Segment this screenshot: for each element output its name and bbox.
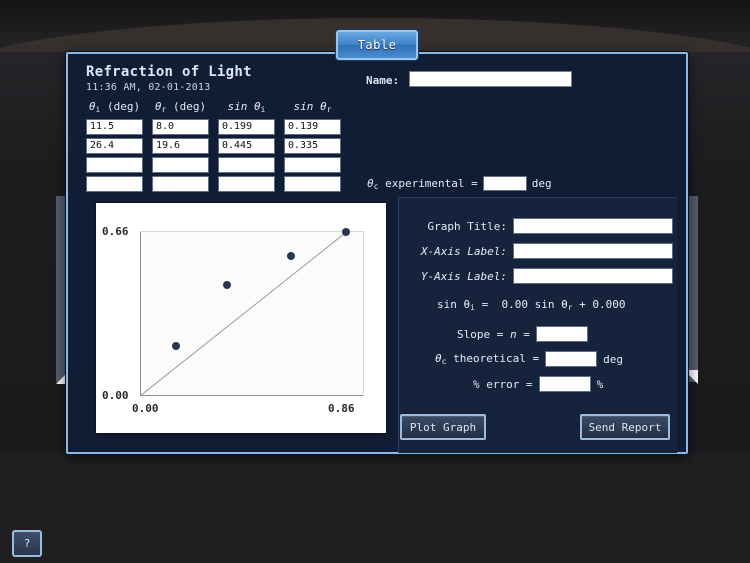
x-axis-label-label: X-Axis Label:: [420, 244, 507, 258]
table-cell[interactable]: 0.335: [284, 138, 341, 154]
data-point: [287, 252, 296, 260]
help-button-label: ?: [23, 537, 31, 550]
fit-equation: sin θi = 0.00 sin θr + 0.000: [437, 298, 626, 312]
data-point: [223, 280, 232, 289]
background-floor: [0, 452, 750, 563]
name-input[interactable]: [409, 71, 572, 87]
y-axis-tick-max: 0.66: [102, 225, 129, 238]
percent-error-unit: %: [596, 377, 604, 391]
fit-equation-text: sin θi = 0.00 sin θr + 0.000: [437, 298, 626, 312]
theta-c-experimental-unit: deg: [531, 177, 552, 190]
help-button[interactable]: ?: [12, 530, 42, 557]
table-column-3: sin θr 0.139 0.335: [284, 100, 341, 192]
table-cell[interactable]: [218, 157, 275, 173]
table-cell[interactable]: 0.445: [218, 138, 275, 154]
table-cell[interactable]: [86, 176, 143, 192]
send-report-button-label: Send Report: [588, 420, 662, 434]
graph-title-input[interactable]: [513, 218, 673, 234]
table-cell[interactable]: [284, 157, 341, 173]
theta-c-theoretical-label: θc theoretical =: [435, 352, 540, 366]
fit-line: [140, 231, 349, 396]
x-axis-label-input[interactable]: [513, 243, 673, 259]
percent-error-input[interactable]: [538, 376, 591, 392]
table-cell[interactable]: 11.5: [86, 119, 143, 135]
y-axis-tick-min: 0.00: [102, 389, 129, 402]
table-column-0: θi (deg) 11.5 26.4: [86, 100, 143, 192]
table-cell[interactable]: [152, 176, 209, 192]
send-report-button[interactable]: Send Report: [580, 414, 670, 440]
tab-table[interactable]: Table: [336, 30, 418, 60]
page-title: Refraction of Light: [86, 64, 252, 80]
table-cell[interactable]: [152, 157, 209, 173]
table-column-header: sin θi: [227, 100, 266, 114]
table-cell[interactable]: 0.139: [284, 119, 341, 135]
main-window: Refraction of Light 11:36 AM, 02-01-2013…: [66, 52, 688, 454]
theta-c-experimental-input[interactable]: [482, 176, 527, 191]
percent-error-label: % error =: [473, 377, 533, 391]
slope-label: Slope = n =: [457, 327, 530, 341]
y-axis-label-input[interactable]: [513, 268, 673, 284]
table-column-header: θr (deg): [154, 100, 207, 114]
plot-graph-button[interactable]: Plot Graph: [400, 414, 486, 440]
graph-title-row: Graph Title:: [411, 218, 673, 234]
table-cell[interactable]: 0.199: [218, 119, 275, 135]
percent-error-row: % error = %: [473, 376, 603, 392]
table-cell[interactable]: 8.0: [152, 119, 209, 135]
x-axis-tick-min: 0.00: [132, 402, 159, 415]
theta-c-theoretical-input[interactable]: [545, 351, 598, 367]
graph-card: 0.66 0.00 0.00 0.86: [96, 203, 386, 433]
table-cell[interactable]: [284, 176, 341, 192]
tab-table-label: Table: [357, 38, 397, 52]
y-axis-label-label: Y-Axis Label:: [420, 269, 507, 283]
table-cell[interactable]: 26.4: [86, 138, 143, 154]
data-point: [341, 228, 350, 237]
slope-input[interactable]: [535, 326, 588, 342]
x-axis-tick-max: 0.86: [328, 402, 355, 415]
y-axis-label-row: Y-Axis Label:: [411, 268, 673, 284]
table-cell[interactable]: [86, 157, 143, 173]
theta-c-theoretical-unit: deg: [603, 352, 624, 366]
plot-graph-button-label: Plot Graph: [409, 420, 477, 434]
theta-c-theoretical-row: θc theoretical = deg: [435, 351, 623, 367]
table-cell[interactable]: [218, 176, 275, 192]
theta-c-experimental-label: θc experimental =: [367, 176, 478, 191]
table-column-header: θi (deg): [88, 100, 141, 114]
graph-title-label: Graph Title:: [427, 219, 507, 233]
timestamp: 11:36 AM, 02-01-2013: [86, 82, 211, 93]
x-axis-label-row: X-Axis Label:: [411, 243, 673, 259]
table-column-2: sin θi 0.199 0.445: [218, 100, 275, 192]
table-column-header: sin θr: [293, 100, 332, 114]
theta-c-experimental-row: θc experimental = deg: [367, 176, 552, 191]
slope-row: Slope = n =: [457, 326, 588, 342]
table-column-1: θr (deg) 8.0 19.6: [152, 100, 209, 192]
table-cell[interactable]: 19.6: [152, 138, 209, 154]
app-scene: Table Refraction of Light 11:36 AM, 02-0…: [0, 0, 750, 563]
name-label: Name:: [366, 74, 400, 87]
